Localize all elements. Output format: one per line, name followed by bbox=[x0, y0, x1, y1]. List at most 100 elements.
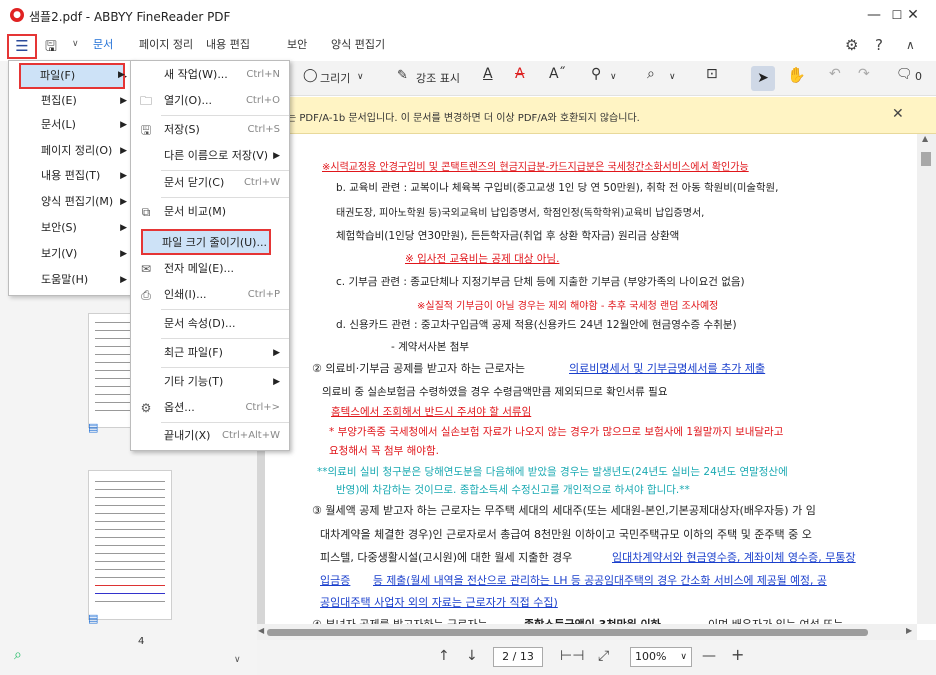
folder-icon: 🗀 bbox=[139, 94, 152, 108]
menu-item-edit[interactable]: 편집(E) ▶ bbox=[10, 89, 133, 113]
highlight-button[interactable]: 강조 표시 bbox=[416, 70, 460, 86]
current-page: 2 bbox=[502, 650, 510, 663]
chevron-down-icon: ∨ bbox=[680, 652, 687, 662]
comment-icon[interactable]: 🗨 bbox=[896, 67, 913, 82]
chevron-down-icon[interactable]: ∨ bbox=[72, 39, 79, 49]
doc-line: - 계약서사본 첨부 bbox=[391, 341, 470, 353]
menu-item-file-label: 파일(F) bbox=[40, 69, 76, 82]
tab-security[interactable]: 보안 bbox=[287, 36, 307, 52]
bottom-bar bbox=[257, 640, 936, 675]
previous-page-icon[interactable]: ↑ bbox=[438, 648, 450, 664]
tab-edit-content[interactable]: 내용 편집 bbox=[206, 36, 250, 52]
vertical-scroll-thumb[interactable] bbox=[921, 152, 931, 166]
submenu-email[interactable]: ✉ 전자 메일(E)... bbox=[132, 257, 288, 281]
submenu-compare[interactable]: ⧉ 문서 비교(M) bbox=[132, 200, 288, 224]
vertical-scrollbar[interactable] bbox=[917, 134, 936, 624]
hamburger-menu-icon[interactable]: ☰ bbox=[7, 34, 37, 59]
hand-tool-icon[interactable]: ✋ bbox=[787, 66, 806, 84]
doc-line: 등 제출(월세 내역을 전산으로 관리하는 LH 등 공공임대주택의 경우 간소… bbox=[373, 574, 827, 587]
page-number-input[interactable]: 2 / 13 bbox=[493, 647, 543, 667]
undo-icon[interactable]: ↶ bbox=[829, 66, 841, 82]
strikethrough-text-icon[interactable]: A bbox=[515, 66, 525, 82]
submenu-save-as[interactable]: 다른 이름으로 저장(V) ▶ bbox=[132, 144, 288, 168]
submenu-new-task[interactable]: 새 작업(W)... Ctrl+N bbox=[132, 63, 288, 87]
print-icon: ⎙ bbox=[141, 288, 151, 302]
stamp-icon[interactable]: ⚲ bbox=[591, 66, 601, 82]
scroll-right-icon[interactable]: ▶ bbox=[906, 626, 912, 635]
doc-line: ③ 월세액 공제 받고자 하는 근로자는 무주택 세대의 세대주(또는 세대원-… bbox=[312, 504, 816, 517]
main-menu: 파일(F) ▶ 편집(E)▶ 문서(L)▶ 페이지 정리(O)▶ 내용 편집(T)… bbox=[8, 60, 135, 296]
draw-button[interactable]: 그리기 bbox=[320, 70, 350, 86]
next-page-icon[interactable]: ↓ bbox=[466, 648, 478, 664]
select-pointer-icon[interactable]: ➤ bbox=[751, 66, 775, 91]
doc-line: 임대차계약서와 현금영수증, 계좌이체 영수증, 무통장 bbox=[612, 551, 856, 564]
app-logo-icon: ● bbox=[10, 8, 24, 22]
chevron-down-icon[interactable]: ∨ bbox=[610, 72, 617, 82]
fit-page-icon[interactable]: ⤢ bbox=[598, 648, 609, 664]
comment-count: 0 bbox=[915, 70, 922, 83]
chevron-right-icon: ▶ bbox=[118, 70, 125, 80]
underline-text-icon[interactable]: A bbox=[483, 66, 493, 82]
save-icon: 🖫 bbox=[140, 123, 152, 137]
scroll-up-icon[interactable]: ▲ bbox=[922, 134, 928, 143]
menu-item-view[interactable]: 보기(V) ▶ bbox=[10, 242, 133, 266]
menu-item-edit-content[interactable]: 내용 편집(T) ▶ bbox=[10, 164, 133, 188]
window-title: 샘플2.pdf - ABBYY FineReader PDF bbox=[29, 10, 231, 24]
close-icon[interactable]: ✕ bbox=[892, 106, 904, 122]
submenu-open[interactable]: 🗀 열기(O)... Ctrl+O bbox=[132, 89, 288, 113]
chevron-down-icon[interactable]: ∨ bbox=[357, 72, 364, 82]
collapse-ribbon-icon[interactable]: ∧ bbox=[906, 38, 915, 52]
search-page-icon[interactable]: ⌕ bbox=[647, 66, 655, 82]
submenu-print[interactable]: ⎙ 인쇄(I)... Ctrl+P bbox=[132, 283, 288, 307]
save-icon[interactable]: 🖫 bbox=[45, 36, 57, 60]
menu-item-help[interactable]: 도움말(H) ▶ bbox=[10, 268, 133, 292]
submenu-reduce-file-size-label: 파일 크기 줄이기(U)... bbox=[162, 236, 267, 249]
doc-line: ※ 입사전 교육비는 공제 대상 아님. bbox=[405, 253, 560, 265]
page-thumbnail[interactable] bbox=[88, 470, 172, 620]
horizontal-scroll-thumb[interactable] bbox=[267, 629, 868, 636]
thumbnail-page-number: 4 bbox=[138, 636, 145, 647]
doc-line: 종합소득금액이 3천만원 이하 bbox=[524, 616, 661, 624]
submenu-exit[interactable]: 끝내기(X) Ctrl+Alt+W bbox=[132, 424, 288, 448]
tab-form-editor[interactable]: 양식 편집기 bbox=[331, 36, 385, 52]
chevron-down-icon[interactable]: ∨ bbox=[669, 72, 676, 82]
gear-icon[interactable]: ⚙ bbox=[845, 36, 858, 54]
highlighter-icon[interactable]: ✎ bbox=[397, 68, 408, 83]
document-page: ※시력교정용 안경구입비 및 콘택트렌즈의 현금지급분-카드지급분은 국세청간소… bbox=[265, 134, 917, 624]
doc-line: 태권도장, 피아노학원 등)국외교육비 납입증명서, 학점인정(독학학위)교육비… bbox=[336, 208, 705, 219]
help-icon[interactable]: ? bbox=[875, 36, 883, 54]
redo-icon[interactable]: ↷ bbox=[858, 66, 870, 82]
shape-icon[interactable]: ◯ bbox=[303, 68, 318, 83]
scroll-left-icon[interactable]: ◀ bbox=[258, 626, 264, 635]
close-button[interactable]: ✕ bbox=[890, 0, 936, 31]
zoom-select[interactable]: 100% ∨ bbox=[630, 647, 692, 667]
search-icon[interactable]: ⌕ bbox=[14, 647, 22, 663]
submenu-properties[interactable]: 문서 속성(D)... bbox=[132, 312, 288, 336]
doc-line: b. 교육비 관련 : 교복이나 체육복 구입비(중고교생 1인 당 연 50만… bbox=[336, 182, 779, 194]
submenu-recent-files[interactable]: 최근 파일(F) ▶ bbox=[132, 341, 288, 365]
doc-line: 입금증 bbox=[320, 574, 351, 587]
page-total: / 13 bbox=[512, 650, 534, 663]
doc-line: ※시력교정용 안경구입비 및 콘택트렌즈의 현금지급분-카드지급분은 국세청간소… bbox=[322, 162, 749, 173]
menu-item-security[interactable]: 보안(S) ▶ bbox=[10, 216, 133, 240]
insert-text-icon[interactable]: A˝ bbox=[549, 66, 566, 82]
tab-page-organize[interactable]: 페이지 정리 bbox=[139, 36, 193, 52]
mail-icon: ✉ bbox=[140, 262, 152, 276]
pdfa-notice-text: 는 PDF/A-1b 문서입니다. 이 문서를 변경하면 더 이상 PDF/A와… bbox=[287, 113, 640, 124]
zoom-out-icon[interactable]: — bbox=[702, 648, 716, 664]
fit-width-icon[interactable]: ⊢⊣ bbox=[560, 648, 584, 664]
zoom-in-icon[interactable]: + bbox=[731, 645, 744, 664]
menu-item-form-editor[interactable]: 양식 편집기(M) ▶ bbox=[10, 190, 133, 214]
crop-icon[interactable]: ⊡ bbox=[706, 66, 718, 82]
doc-line: c. 기부금 관련 : 종교단체나 지정기부금 단체 등에 지출한 기부금 (부… bbox=[336, 276, 745, 288]
menu-item-page-organize[interactable]: 페이지 정리(O) ▶ bbox=[10, 139, 133, 163]
submenu-save[interactable]: 🖫 저장(S) Ctrl+S bbox=[132, 118, 288, 142]
menu-item-document[interactable]: 문서(L) ▶ bbox=[10, 113, 133, 137]
doc-line: ② 의료비·기부금 공제를 받고자 하는 근로자는 bbox=[312, 362, 525, 375]
tab-document[interactable]: 문서 bbox=[93, 36, 113, 52]
submenu-other-features[interactable]: 기타 기능(T) ▶ bbox=[132, 370, 288, 394]
scroll-down-icon[interactable]: ∨ bbox=[234, 655, 241, 665]
submenu-options[interactable]: ⚙ 옵션... Ctrl+> bbox=[132, 396, 288, 420]
submenu-close-document[interactable]: 문서 닫기(C) Ctrl+W bbox=[132, 171, 288, 195]
doc-line: * 부양가족중 국세청에서 실손보험 자료가 나오지 않는 경우가 많으므로 보… bbox=[329, 426, 784, 438]
